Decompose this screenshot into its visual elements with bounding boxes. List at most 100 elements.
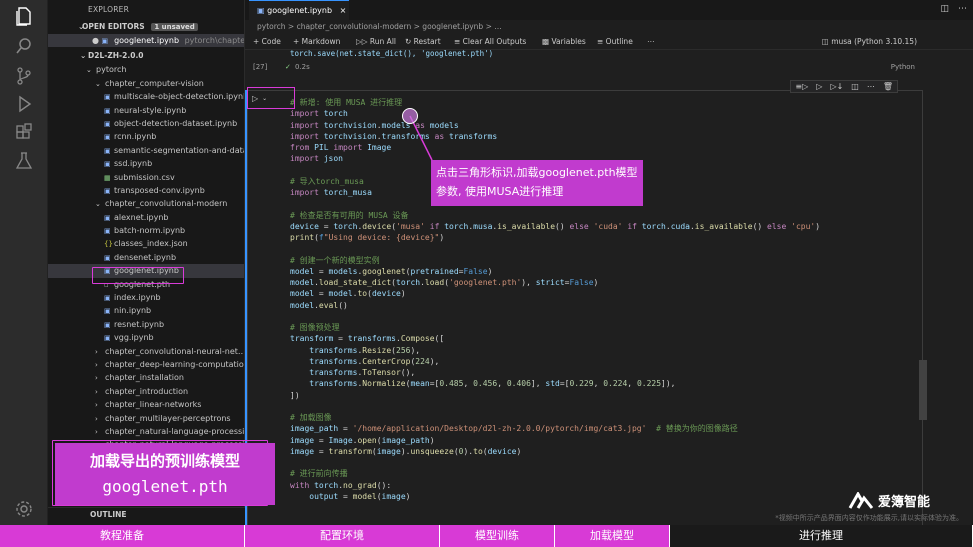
step-5: 进行推理: [670, 525, 973, 547]
kernel-picker[interactable]: ◫ musa (Python 3.10.15): [822, 34, 917, 50]
run-cell-button[interactable]: ▷ ⌄: [247, 87, 295, 109]
tree-folder[interactable]: › chapter_convolutional-neural-net…: [48, 345, 244, 358]
tab-googlenet[interactable]: ▣ googlenet.ipynb ×: [249, 0, 349, 20]
tab-bar: ▣ googlenet.ipynb × ◫ ⋯: [245, 0, 973, 20]
tree-folder[interactable]: › chapter_natural-language-processi…: [48, 425, 244, 438]
file-icon: ▣: [104, 133, 111, 142]
chevron-icon: ⌄: [95, 200, 101, 209]
tree-file[interactable]: ▣ ssd.ipynb: [48, 157, 244, 170]
tree-folder[interactable]: › chapter_deep-learning-computation: [48, 358, 244, 371]
add-markdown-button[interactable]: + Markdown: [293, 34, 340, 50]
tree-file[interactable]: ▣ semantic-segmentation-and-data…: [48, 144, 244, 157]
testing-icon[interactable]: [12, 149, 36, 173]
exec-count: [27]: [253, 63, 268, 71]
tree-file[interactable]: ▣ vgg.ipynb: [48, 331, 244, 344]
open-editor-filename: googlenet.ipynb: [114, 36, 180, 45]
tree-folder[interactable]: › chapter_linear-networks: [48, 398, 244, 411]
clear-icon: ≡: [454, 37, 463, 46]
tree-item-label: classes_index.json: [114, 239, 188, 249]
settings-gear-icon[interactable]: [12, 497, 36, 521]
more-actions-icon[interactable]: ⋯: [958, 4, 967, 14]
code-content[interactable]: # 新增: 使用 MUSA 进行推理 import torch import t…: [290, 97, 820, 502]
file-icon: ▣: [104, 119, 111, 128]
outline-section[interactable]: OUTLINE: [48, 507, 245, 525]
more-icon[interactable]: ⋯: [647, 34, 655, 50]
tree-file[interactable]: ▣ multiscale-object-detection.ipynb: [48, 90, 244, 103]
tree-item-label: chapter_deep-learning-computation: [105, 359, 244, 369]
chevron-icon: ›: [95, 347, 98, 356]
workspace-root-label: D2L-ZH-2.0.0: [88, 51, 144, 61]
tree-folder[interactable]: › chapter_multilayer-perceptrons: [48, 412, 244, 425]
tree-file[interactable]: ▣ rcnn.ipynb: [48, 130, 244, 143]
file-icon: ▣: [104, 213, 111, 222]
add-code-button[interactable]: + Code: [253, 34, 281, 50]
tree-item-label: batch-norm.ipynb: [114, 226, 186, 236]
tree-item-label: pytorch: [96, 65, 127, 75]
file-icon: ▣: [104, 294, 111, 303]
tree-file[interactable]: ▣ googlenet.ipynb: [48, 264, 244, 278]
run-by-line-icon[interactable]: ≡▷: [795, 82, 808, 91]
close-icon[interactable]: ×: [340, 6, 347, 15]
tree-file[interactable]: ▣ nin.ipynb: [48, 304, 244, 317]
tree-item-label: neural-style.ipynb: [114, 105, 187, 115]
tree-item-label: object-detection-dataset.ipynb: [114, 118, 238, 128]
tree-file[interactable]: {}classes_index.json: [48, 237, 244, 250]
source-control-icon[interactable]: [12, 64, 36, 88]
tree-file[interactable]: ▣ densenet.ipynb: [48, 251, 244, 264]
breadcrumb[interactable]: pytorch > chapter_convolutional-modern >…: [245, 20, 973, 34]
tree-item-label: nin.ipynb: [114, 306, 152, 316]
tree-file[interactable]: ▦ submission.csv: [48, 171, 244, 184]
tab-label: googlenet.ipynb: [267, 6, 333, 15]
brand-logo: 爱簿智能: [848, 491, 930, 510]
chevron-icon: ›: [95, 414, 98, 423]
split-editor-icon[interactable]: ◫: [940, 4, 949, 14]
tree-folder[interactable]: ⌄ chapter_computer-vision: [48, 77, 244, 90]
tree-item-label: chapter_introduction: [105, 386, 189, 396]
outline-icon: ≡: [597, 37, 606, 46]
tree-item-label: index.ipynb: [114, 293, 161, 303]
tree-file[interactable]: ▣ index.ipynb: [48, 291, 244, 304]
unsaved-dot-icon[interactable]: ●: [92, 36, 99, 45]
tree-folder[interactable]: ⌄ pytorch: [48, 63, 244, 76]
chevron-icon: ⌄: [95, 79, 101, 88]
execute-below-icon[interactable]: ▷↓: [830, 82, 843, 91]
tree-file[interactable]: ▣ neural-style.ipynb: [48, 104, 244, 117]
delete-cell-icon[interactable]: 🗑: [883, 82, 893, 91]
open-editor-item[interactable]: ● ▣ googlenet.ipynb pytorch\chapte…: [48, 34, 244, 48]
tree-folder[interactable]: ⌄ chapter_convolutional-modern: [48, 197, 244, 210]
extensions-icon[interactable]: [12, 121, 36, 145]
outline-button[interactable]: ≡ Outline: [597, 34, 633, 50]
cell-language[interactable]: Python: [891, 60, 915, 74]
tree-file[interactable]: ▣ resnet.ipynb: [48, 318, 244, 331]
restart-button[interactable]: ↻ Restart: [405, 34, 441, 50]
tree-file[interactable]: ▣ transposed-conv.ipynb: [48, 184, 244, 197]
instruction-callout: 点击三角形标识,加载googlenet.pth模型参数, 使用MUSA进行推理: [431, 160, 643, 206]
tree-folder[interactable]: › chapter_installation: [48, 371, 244, 384]
tree-item-label: submission.csv: [114, 172, 175, 182]
vertical-scrollbar[interactable]: [919, 360, 927, 420]
tree-item-label: chapter_convolutional-modern: [105, 199, 228, 209]
run-debug-icon[interactable]: [12, 92, 36, 116]
file-tree: ⌄ pytorch ⌄ chapter_computer-vision ▣ multisc…: [48, 63, 244, 458]
run-triangle-icon[interactable]: ▷: [252, 94, 258, 103]
tutorial-step-bar: 教程准备 配置环境 模型训练 加载模型 进行推理: [0, 525, 973, 547]
tree-file[interactable]: ▫ googlenet.pth: [48, 278, 244, 291]
file-icon: ▣: [104, 106, 111, 115]
chevron-down-icon[interactable]: ⌄: [262, 95, 267, 102]
search-icon[interactable]: [12, 34, 36, 58]
file-icon: ▣: [104, 186, 111, 195]
notebook-icon: ▣: [101, 37, 109, 45]
explorer-icon[interactable]: [12, 4, 36, 28]
tree-file[interactable]: ▣ object-detection-dataset.ipynb: [48, 117, 244, 130]
workspace-root[interactable]: ⌄ D2L-ZH-2.0.0: [48, 49, 244, 63]
split-cell-icon[interactable]: ◫: [851, 82, 859, 91]
clear-outputs-button[interactable]: ≡ Clear All Outputs: [454, 34, 526, 50]
more-icon[interactable]: ⋯: [867, 82, 875, 91]
tree-folder[interactable]: › chapter_introduction: [48, 385, 244, 398]
tree-file[interactable]: ▣ alexnet.ipynb: [48, 211, 244, 224]
open-editors-section[interactable]: ⌄ OPEN EDITORS 1 unsaved: [48, 20, 244, 34]
variables-button[interactable]: ▩ Variables: [542, 34, 586, 50]
run-all-button[interactable]: ▷▷ Run All: [356, 34, 396, 50]
tree-file[interactable]: ▣ batch-norm.ipynb: [48, 224, 244, 237]
execute-above-icon[interactable]: ▷: [816, 82, 822, 91]
